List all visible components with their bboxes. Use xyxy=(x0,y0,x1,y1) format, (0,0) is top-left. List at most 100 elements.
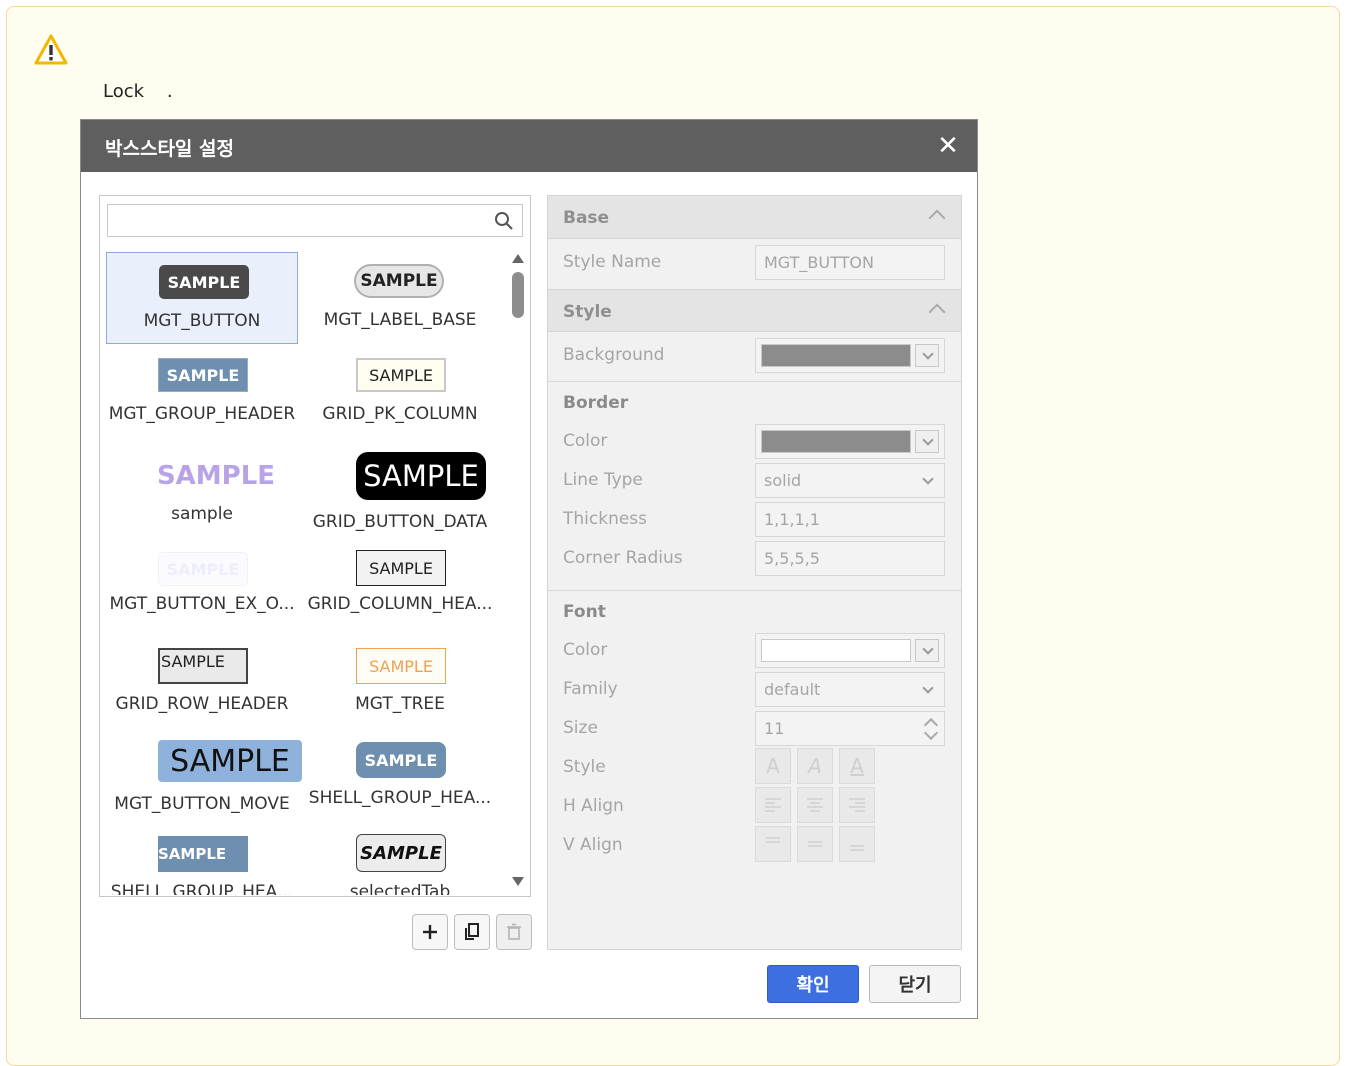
bold-button[interactable]: A xyxy=(755,748,791,784)
line-type-select[interactable]: solid xyxy=(755,463,945,498)
confirm-button[interactable]: 확인 xyxy=(767,965,859,1003)
style-name: GRID_ROW_HEADER xyxy=(115,694,289,714)
style-item[interactable]: SAMPLE MGT_BUTTON_MOVE xyxy=(106,738,302,834)
align-left-icon xyxy=(765,798,781,812)
style-item[interactable]: SAMPLE MGT_GROUP_HEADER xyxy=(106,348,298,440)
style-name: sample xyxy=(171,504,233,524)
corner-radius-field[interactable]: 5,5,5,5 xyxy=(755,541,945,576)
style-sample: SAMPLE xyxy=(159,265,249,299)
font-family-select[interactable]: default xyxy=(755,672,945,707)
close-button[interactable]: 닫기 xyxy=(869,965,961,1003)
style-name: MGT_TREE xyxy=(355,694,445,714)
search-icon[interactable] xyxy=(494,211,514,231)
font-color-label: Color xyxy=(563,640,608,660)
style-name: GRID_COLUMN_HEA... xyxy=(307,594,493,614)
style-sample: SAMPLE xyxy=(354,264,444,298)
background-swatch xyxy=(761,344,911,367)
style-sample: SAMPLE xyxy=(158,740,302,782)
valign-middle-button[interactable] xyxy=(797,826,833,862)
scroll-up-icon[interactable] xyxy=(512,254,524,263)
chevron-down-icon[interactable] xyxy=(915,639,939,662)
chevron-up-icon[interactable] xyxy=(928,209,946,227)
style-sample: SAMPLE xyxy=(356,834,446,872)
font-color-picker[interactable] xyxy=(755,633,945,668)
align-center-icon xyxy=(807,798,823,812)
valign-bottom-button[interactable] xyxy=(839,826,875,862)
style-sample: SAMPLE xyxy=(356,550,446,586)
divider xyxy=(548,381,961,382)
style-sample: SAMPLE xyxy=(158,648,248,684)
font-size-stepper[interactable]: 11 xyxy=(755,711,945,746)
style-item[interactable]: SAMPLE GRID_ROW_HEADER xyxy=(106,644,298,736)
style-item[interactable]: SAMPLE GRID_BUTTON_DATA xyxy=(304,446,496,550)
style-list-panel: SAMPLE MGT_BUTTON SAMPLE MGT_LABEL_BASE … xyxy=(99,195,531,897)
style-name: MGT_BUTTON_MOVE xyxy=(114,794,290,814)
style-item[interactable]: SAMPLE SHELL_GROUP_HEA... xyxy=(304,738,496,834)
style-name: GRID_BUTTON_DATA xyxy=(312,512,488,532)
font-color-swatch xyxy=(761,639,911,662)
search-input[interactable] xyxy=(108,205,504,236)
italic-button[interactable]: A xyxy=(797,748,833,784)
style-name-label: Style Name xyxy=(563,252,662,272)
add-style-button[interactable] xyxy=(412,914,448,950)
style-item[interactable]: SAMPLE MGT_BUTTON xyxy=(106,252,298,344)
copy-style-button[interactable] xyxy=(454,914,490,950)
style-sample: SAMPLE xyxy=(158,836,248,872)
chevron-down-icon xyxy=(922,473,934,485)
thickness-label: Thickness xyxy=(563,509,648,529)
v-align-label: V Align xyxy=(563,835,623,855)
style-name: SHELL_GROUP_HEA... xyxy=(110,882,294,895)
font-family-label: Family xyxy=(563,679,618,699)
scroll-thumb[interactable] xyxy=(512,272,524,318)
align-right-icon xyxy=(849,798,865,812)
style-name-field[interactable]: MGT_BUTTON xyxy=(755,245,945,280)
chevron-down-icon[interactable] xyxy=(915,430,939,453)
border-color-picker[interactable] xyxy=(755,424,945,459)
style-item[interactable]: SAMPLE MGT_TREE xyxy=(304,644,496,736)
line-type-label: Line Type xyxy=(563,470,643,490)
thickness-field[interactable]: 1,1,1,1 xyxy=(755,502,945,537)
style-item[interactable]: SAMPLE MGT_LABEL_BASE xyxy=(304,252,496,344)
style-sample: SAMPLE xyxy=(356,648,446,684)
style-item[interactable]: SAMPLE MGT_BUTTON_EX_O... xyxy=(106,550,298,642)
style-name: MGT_BUTTON xyxy=(143,311,261,331)
valign-middle-icon xyxy=(808,841,822,847)
background-color-picker[interactable] xyxy=(755,338,945,373)
style-sample: SAMPLE xyxy=(158,358,248,392)
style-sample: SAMPLE xyxy=(356,452,486,500)
h-align-label: H Align xyxy=(563,796,624,816)
style-grid: SAMPLE MGT_BUTTON SAMPLE MGT_LABEL_BASE … xyxy=(106,252,506,895)
list-scrollbar[interactable] xyxy=(508,252,528,892)
align-center-button[interactable] xyxy=(797,787,833,823)
divider xyxy=(548,590,961,591)
plus-icon xyxy=(423,925,437,939)
warning-icon xyxy=(34,34,68,65)
valign-top-button[interactable] xyxy=(755,826,791,862)
scroll-down-icon[interactable] xyxy=(512,877,524,886)
style-section-header[interactable]: Style xyxy=(548,289,961,332)
close-icon[interactable]: ✕ xyxy=(933,131,963,161)
underline-button[interactable]: A xyxy=(839,748,875,784)
style-item[interactable]: SAMPLE sample xyxy=(106,446,298,550)
dialog-titlebar: 박스스타일 설정 ✕ xyxy=(81,120,977,172)
notice-text: Lock . xyxy=(103,81,173,102)
corner-radius-label: Corner Radius xyxy=(563,548,683,568)
copy-icon xyxy=(465,923,479,940)
style-sample: SAMPLE xyxy=(356,358,446,392)
base-section-header[interactable]: Base xyxy=(548,196,961,239)
border-swatch xyxy=(761,430,911,453)
align-right-button[interactable] xyxy=(839,787,875,823)
style-item[interactable]: SAMPLE SHELL_GROUP_HEA... xyxy=(106,834,298,895)
base-header-label: Base xyxy=(563,208,610,228)
style-item[interactable]: SAMPLE GRID_PK_COLUMN xyxy=(304,348,496,440)
properties-panel: Base Style Name MGT_BUTTON Style Backgro… xyxy=(547,195,962,950)
background-label: Background xyxy=(563,345,665,365)
delete-style-button[interactable] xyxy=(496,914,532,950)
font-size-label: Size xyxy=(563,718,598,738)
chevron-up-icon[interactable] xyxy=(928,303,946,321)
align-left-button[interactable] xyxy=(755,787,791,823)
chevron-down-icon[interactable] xyxy=(915,344,939,367)
dialog-title: 박스스타일 설정 xyxy=(105,138,234,160)
style-item[interactable]: SAMPLE GRID_COLUMN_HEA... xyxy=(304,550,496,642)
style-item[interactable]: SAMPLE selectedTab xyxy=(304,834,496,895)
